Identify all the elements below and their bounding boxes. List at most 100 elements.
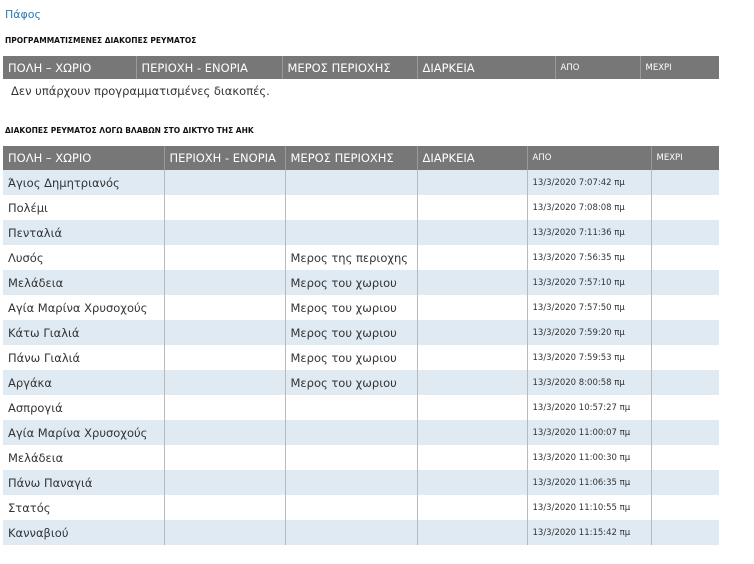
cell-from: 13/3/2020 7:56:35 πμ [527,245,652,270]
col-header-area-parish: ΠΕΡΙΟΧΗ - ΕΝΟΡΙΑ [164,146,286,170]
cell-until [651,470,719,495]
cell-until [651,270,719,295]
col-header-from: ΑΠΟ [555,56,641,79]
planned-header-row: ΠΟΛΗ – ΧΩΡΙΟ ΠΕΡΙΟΧΗ - ΕΝΟΡΙΑ ΜΕΡΟΣ ΠΕΡΙ… [3,56,719,79]
col-header-duration: ΔΙΑΡΚΕΙΑ [417,56,556,79]
col-header-area-parish: ΠΕΡΙΟΧΗ - ΕΝΟΡΙΑ [136,56,283,79]
cell-duration [417,170,528,195]
cell-area-parish [164,170,286,195]
cell-area-part [285,395,418,420]
cell-area-parish [164,395,286,420]
cell-city-village: Αγία Μαρίνα Χρυσοχούς [3,295,165,320]
cell-area-parish [164,245,286,270]
col-header-area-part: ΜΕΡΟΣ ΠΕΡΙΟΧΗΣ [282,56,418,79]
cell-area-part: Μερος του χωριου [285,345,418,370]
cell-duration [417,245,528,270]
cell-area-parish [164,470,286,495]
table-row: Άγιος Δημητριανός 13/3/2020 7:07:42 πμ [3,170,719,195]
cell-from: 13/3/2020 7:11:36 πμ [527,220,652,245]
col-header-until: ΜΕΧΡΙ [651,146,719,170]
cell-duration [417,495,528,520]
table-row: Μελάδεια 13/3/2020 11:00:30 πμ [3,445,719,470]
cell-from: 13/3/2020 7:08:08 πμ [527,195,652,220]
cell-city-village: Λυσός [3,245,165,270]
cell-city-village: Αγία Μαρίνα Χρυσοχούς [3,420,165,445]
cell-duration [417,395,528,420]
cell-until [651,495,719,520]
cell-city-village: Μελάδεια [3,270,165,295]
planned-outages-heading: ΠΡΟΓΡΑΜΜΑΤΙΣΜΕΝΕΣ ΔΙΑΚΟΠΕΣ ΡΕΥΜΑΤΟΣ [5,36,197,45]
cell-area-part [285,520,418,545]
cell-from: 13/3/2020 10:57:27 πμ [527,395,652,420]
cell-from: 13/3/2020 7:59:53 πμ [527,345,652,370]
cell-area-parish [164,520,286,545]
damage-header-row: ΠΟΛΗ – ΧΩΡΙΟ ΠΕΡΙΟΧΗ - ΕΝΟΡΙΑ ΜΕΡΟΣ ΠΕΡΙ… [3,146,719,170]
cell-from: 13/3/2020 7:07:42 πμ [527,170,652,195]
table-row: Στατός 13/3/2020 11:10:55 πμ [3,495,719,520]
col-header-from: ΑΠΟ [527,146,652,170]
cell-duration [417,345,528,370]
cell-area-part: Μερος του χωριου [285,295,418,320]
cell-city-village: Στατός [3,495,165,520]
cell-until [651,420,719,445]
cell-area-parish [164,370,286,395]
cell-area-parish [164,270,286,295]
cell-area-part [285,470,418,495]
cell-from: 13/3/2020 11:06:35 πμ [527,470,652,495]
no-planned-outages-message: Δεν υπάρχουν προγραμματισμένες διακοπές. [11,84,270,98]
cell-from: 13/3/2020 7:59:20 πμ [527,320,652,345]
cell-area-part: Μερος του χωριου [285,370,418,395]
cell-area-parish [164,495,286,520]
cell-area-parish [164,295,286,320]
cell-city-village: Άγιος Δημητριανός [3,170,165,195]
cell-duration [417,420,528,445]
cell-until [651,395,719,420]
cell-from: 13/3/2020 8:00:58 πμ [527,370,652,395]
cell-until [651,370,719,395]
cell-area-part: Μερος του χωριου [285,320,418,345]
table-row: Λυσός Μερος της περιοχης 13/3/2020 7:56:35… [3,245,719,270]
table-row: Πολέμι 13/3/2020 7:08:08 πμ [3,195,719,220]
col-header-city-village: ΠΟΛΗ – ΧΩΡΙΟ [3,146,165,170]
cell-from: 13/3/2020 11:00:07 πμ [527,420,652,445]
cell-area-part [285,220,418,245]
table-row: Μελάδεια Μερος του χωριου 13/3/2020 7:57:1… [3,270,719,295]
cell-city-village: Ασπρογιά [3,395,165,420]
cell-city-village: Πενταλιά [3,220,165,245]
col-header-city-village: ΠΟΛΗ – ΧΩΡΙΟ [3,56,137,79]
cell-duration [417,270,528,295]
cell-area-part [285,195,418,220]
damage-outages-heading: ΔΙΑΚΟΠΕΣ ΡΕΥΜΑΤΟΣ ΛΟΓΩ ΒΛΑΒΩΝ ΣΤΟ ΔΙΚΤΥΟ… [5,126,254,135]
table-row: Αγία Μαρίνα Χρυσοχούς 13/3/2020 11:00:07 … [3,420,719,445]
col-header-area-part: ΜΕΡΟΣ ΠΕΡΙΟΧΗΣ [285,146,418,170]
cell-from: 13/3/2020 7:57:50 πμ [527,295,652,320]
table-row: Κανναβιού 13/3/2020 11:15:42 πμ [3,520,719,545]
cell-from: 13/3/2020 7:57:10 πμ [527,270,652,295]
cell-area-parish [164,220,286,245]
cell-until [651,220,719,245]
cell-from: 13/3/2020 11:00:30 πμ [527,445,652,470]
cell-area-part: Μερος του χωριου [285,270,418,295]
cell-city-village: Κάτω Γιαλιά [3,320,165,345]
cell-area-part [285,445,418,470]
cell-area-parish [164,195,286,220]
cell-until [651,445,719,470]
table-row: Αγία Μαρίνα Χρυσοχούς Μερος του χωριου 13/… [3,295,719,320]
cell-until [651,170,719,195]
cell-area-parish [164,420,286,445]
cell-area-parish [164,345,286,370]
cell-area-part [285,170,418,195]
cell-area-part: Μερος της περιοχης [285,245,418,270]
cell-until [651,295,719,320]
cell-city-village: Αργάκα [3,370,165,395]
cell-duration [417,295,528,320]
table-row: Πάνω Γιαλιά Μερος του χωριου 13/3/2020 7:5… [3,345,719,370]
cell-until [651,520,719,545]
cell-duration [417,320,528,345]
planned-outages-table: ΠΟΛΗ – ΧΩΡΙΟ ΠΕΡΙΟΧΗ - ΕΝΟΡΙΑ ΜΕΡΟΣ ΠΕΡΙ… [3,56,719,103]
damage-outages-table: ΠΟΛΗ – ΧΩΡΙΟ ΠΕΡΙΟΧΗ - ΕΝΟΡΙΑ ΜΕΡΟΣ ΠΕΡΙ… [3,146,719,545]
cell-until [651,320,719,345]
region-title[interactable]: Πάφος [5,8,41,21]
cell-city-village: Μελάδεια [3,445,165,470]
cell-from: 13/3/2020 11:10:55 πμ [527,495,652,520]
